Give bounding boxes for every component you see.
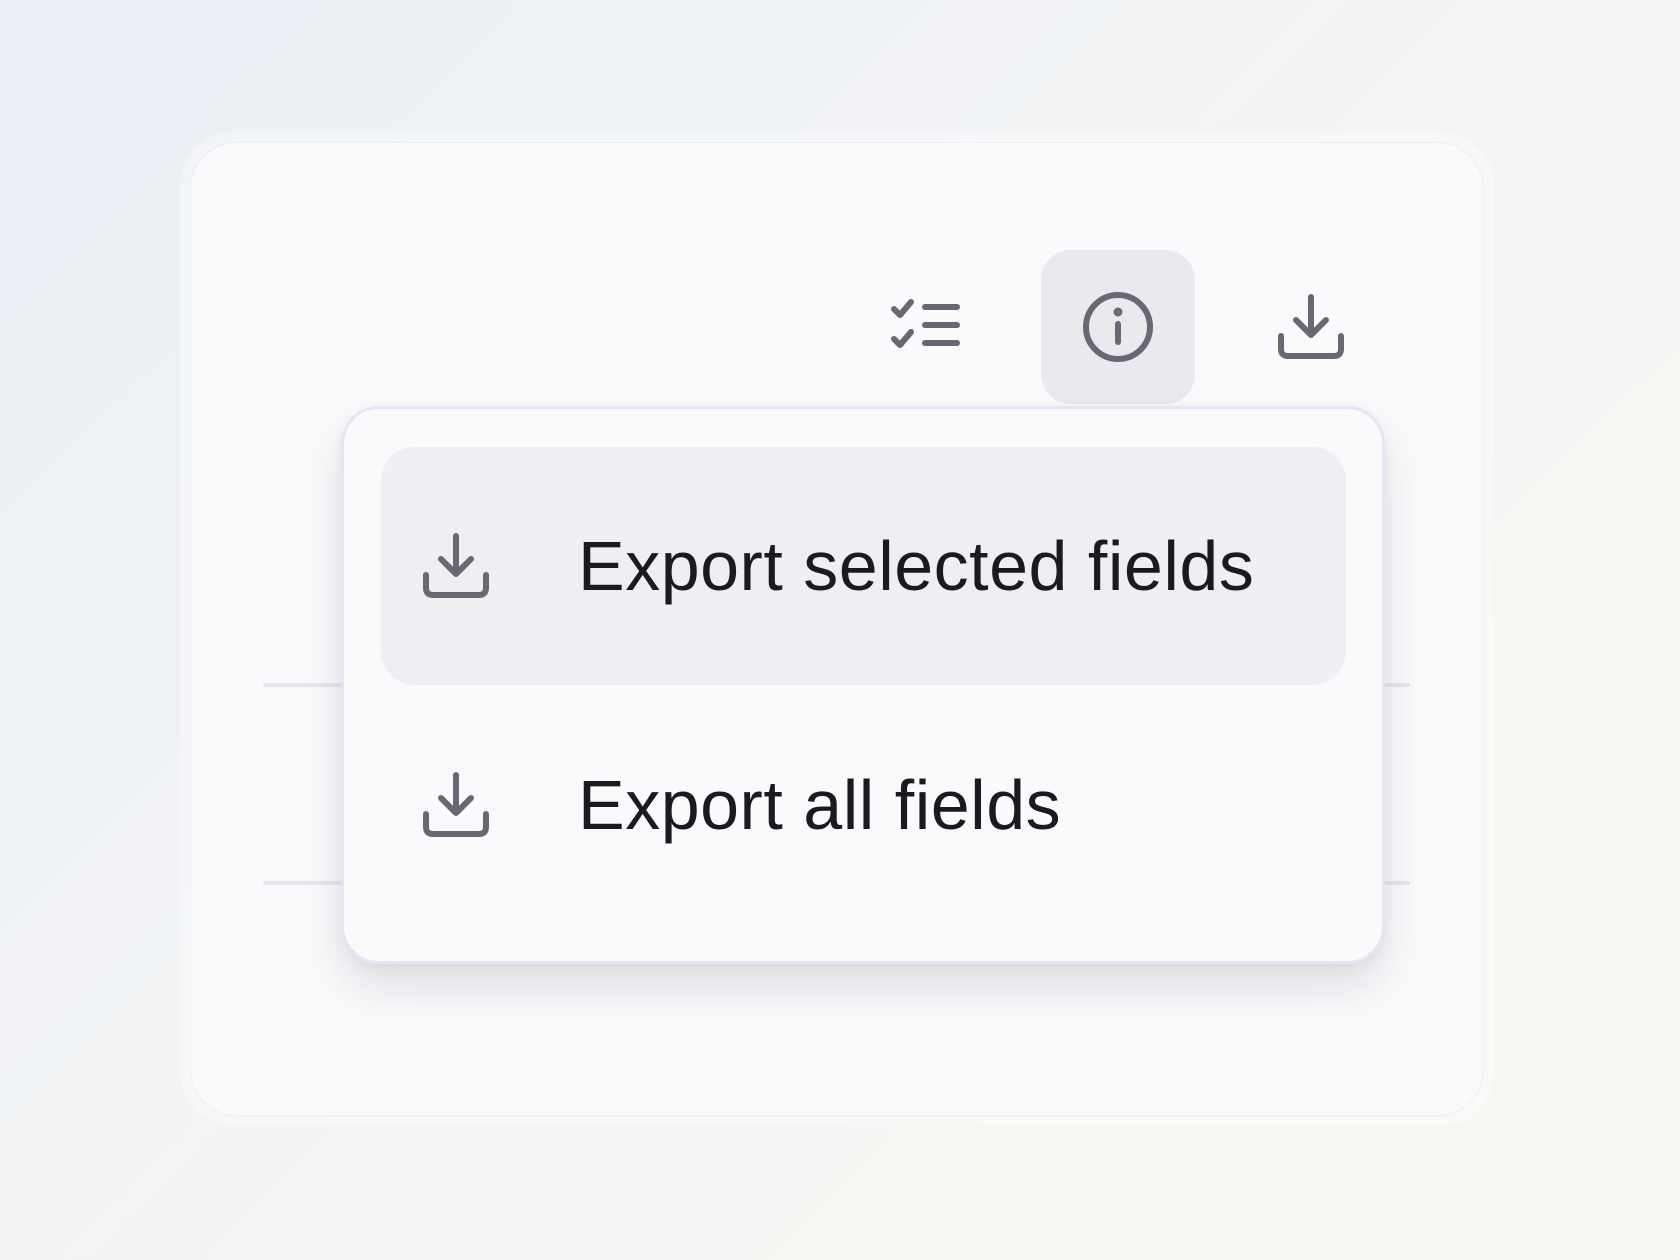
download-button[interactable] — [1234, 250, 1388, 404]
menu-item-label: Export all fields — [578, 766, 1062, 844]
download-icon — [423, 533, 489, 598]
download-icon — [1278, 294, 1344, 359]
export-dropdown-menu: Export selected fields Export all fields — [341, 406, 1385, 964]
menu-item-label: Export selected fields — [578, 527, 1255, 605]
divider — [263, 683, 343, 687]
info-button[interactable] — [1041, 250, 1195, 404]
menu-item-export-selected[interactable]: Export selected fields — [381, 447, 1346, 685]
info-icon — [1083, 292, 1153, 362]
checklist-icon — [891, 299, 960, 348]
divider — [263, 881, 343, 885]
checklist-button[interactable] — [849, 250, 1003, 404]
menu-item-export-all[interactable]: Export all fields — [381, 686, 1346, 924]
download-icon — [423, 772, 489, 837]
